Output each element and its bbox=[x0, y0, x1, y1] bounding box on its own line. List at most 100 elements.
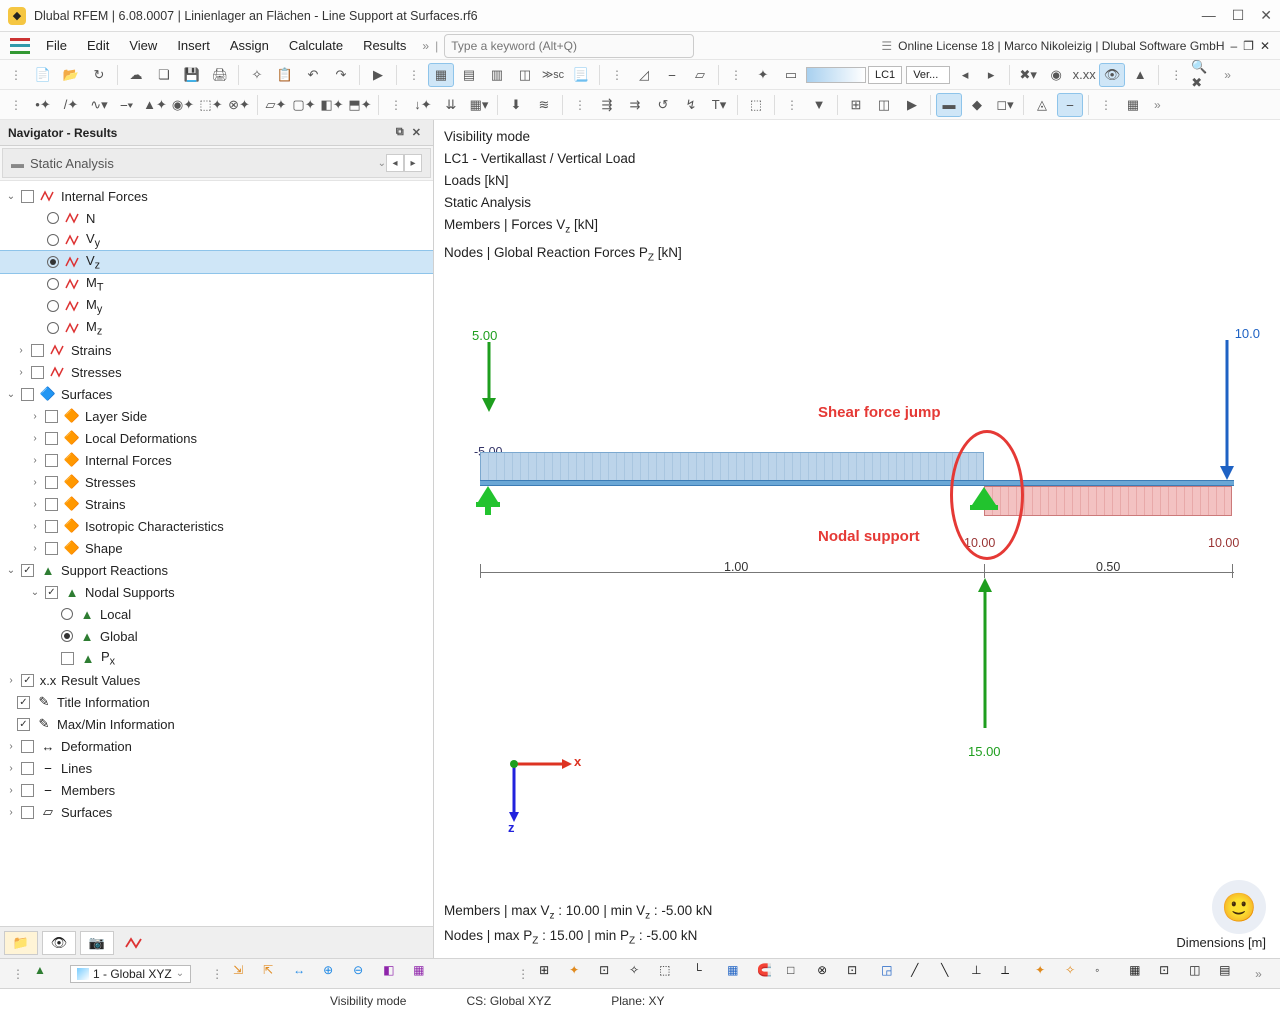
tree-title-info[interactable]: Title Information bbox=[55, 695, 150, 710]
measure-button[interactable]: ◿ bbox=[631, 63, 657, 87]
result-tree[interactable]: ⌄Internal Forces N Vy Vz MT My Mz ›Strai… bbox=[0, 180, 433, 926]
loadcase-name[interactable]: Ver... bbox=[906, 66, 950, 84]
combo-next-button[interactable]: ▸ bbox=[404, 154, 422, 172]
imposed-button[interactable]: ⬇ bbox=[503, 93, 529, 117]
support-view-button[interactable]: ▲ bbox=[1127, 63, 1153, 87]
tree-strains[interactable]: Strains bbox=[69, 343, 111, 358]
toolbar2-overflow-icon[interactable]: » bbox=[1148, 98, 1167, 112]
ft-btn6[interactable]: ◧ bbox=[383, 963, 409, 985]
member2-button[interactable]: ⎯▾ bbox=[114, 93, 140, 117]
ft-grid3[interactable]: ⊡ bbox=[599, 963, 625, 985]
panel-close-button[interactable]: ✕ bbox=[408, 126, 425, 139]
ft-snap2[interactable]: 🧲 bbox=[757, 963, 783, 985]
loadcase-prev-button[interactable]: ◂ bbox=[952, 63, 978, 87]
open-file-button[interactable]: 📂 bbox=[58, 63, 84, 87]
windows-button[interactable]: ❏ bbox=[151, 63, 177, 87]
tree-surf-strains[interactable]: Strains bbox=[83, 497, 125, 512]
text-button[interactable]: T▾ bbox=[706, 93, 732, 117]
save-button[interactable]: 💾 bbox=[179, 63, 205, 87]
find-button[interactable]: 🔍✖ bbox=[1190, 63, 1216, 87]
ft-view1[interactable]: ▦ bbox=[1129, 963, 1155, 985]
generate-loads-button[interactable]: ⇶ bbox=[594, 93, 620, 117]
redo-button[interactable]: ↷ bbox=[328, 63, 354, 87]
results-mode2-button[interactable]: ◆ bbox=[964, 93, 990, 117]
surface-button[interactable]: ▱ bbox=[687, 63, 713, 87]
tree-surfaces2[interactable]: Surfaces bbox=[59, 805, 112, 820]
ft-btn1[interactable]: ⇲ bbox=[233, 963, 259, 985]
panel-float-button[interactable]: ⧉ bbox=[392, 126, 408, 139]
node-button[interactable]: •✦ bbox=[30, 93, 56, 117]
tree-surf-layerside[interactable]: Layer Side bbox=[83, 409, 147, 424]
ft-btn3[interactable]: ↔ bbox=[293, 963, 319, 985]
ft-grid5[interactable]: ⬚ bbox=[659, 963, 685, 985]
ft-btn5[interactable]: ⊖ bbox=[353, 963, 379, 985]
nav-tab-views[interactable]: 📷 bbox=[80, 931, 114, 955]
ft-line1[interactable]: ╱ bbox=[911, 963, 937, 985]
wind-button[interactable]: ≋ bbox=[531, 93, 557, 117]
view-combo[interactable]: 1 - Global XYZ⌄ bbox=[70, 965, 191, 983]
tree-sr-px[interactable]: Px bbox=[99, 649, 115, 668]
ft-line3[interactable]: ⊥ bbox=[971, 963, 997, 985]
doc-restore-button[interactable]: ❐ bbox=[1243, 39, 1254, 53]
support-button[interactable]: ▲✦ bbox=[142, 93, 168, 117]
loadcase-button[interactable]: ▭ bbox=[778, 63, 804, 87]
tree-sr-local[interactable]: Local bbox=[98, 607, 131, 622]
tree-maxmin-info[interactable]: Max/Min Information bbox=[55, 717, 175, 732]
ft-snap4[interactable]: ⊗ bbox=[817, 963, 843, 985]
tree-sr-global[interactable]: Global bbox=[98, 629, 138, 644]
tree-surf-localdef[interactable]: Local Deformations bbox=[83, 431, 197, 446]
results-mode1-button[interactable]: ▬ bbox=[936, 93, 962, 117]
hinge-button[interactable]: ◉✦ bbox=[170, 93, 196, 117]
menu-overflow-icon[interactable]: » bbox=[416, 39, 435, 53]
view-data-button[interactable]: ▦ bbox=[428, 63, 454, 87]
spline-button[interactable]: ∿▾ bbox=[86, 93, 112, 117]
tree-lines[interactable]: Lines bbox=[59, 761, 92, 776]
minimize-button[interactable]: — bbox=[1202, 7, 1216, 24]
ft-grid2[interactable]: ✦ bbox=[569, 963, 595, 985]
set-button[interactable]: ⬒✦ bbox=[347, 93, 373, 117]
tree-stresses[interactable]: Stresses bbox=[69, 365, 122, 380]
ft-btn2[interactable]: ⇱ bbox=[263, 963, 289, 985]
select-rect-button[interactable]: ⬚ bbox=[743, 93, 769, 117]
delete-results-button[interactable]: ✖▾ bbox=[1015, 63, 1041, 87]
ft-star2[interactable]: ✧ bbox=[1065, 963, 1091, 985]
tree-surfaces[interactable]: Surfaces bbox=[59, 387, 112, 402]
toolbar-overflow-icon[interactable]: » bbox=[1218, 68, 1237, 82]
filter-button[interactable]: ◉ bbox=[1043, 63, 1069, 87]
menu-edit[interactable]: Edit bbox=[77, 34, 119, 57]
maximize-button[interactable]: ☐ bbox=[1232, 7, 1245, 24]
loadcase-next-button[interactable]: ▸ bbox=[978, 63, 1004, 87]
nodal-load-button[interactable]: ↓✦ bbox=[410, 93, 436, 117]
spring-button[interactable]: ⬚✦ bbox=[198, 93, 224, 117]
refresh-button[interactable]: ↻ bbox=[86, 63, 112, 87]
ft-btn4[interactable]: ⊕ bbox=[323, 963, 349, 985]
ft-btn7[interactable]: ▦ bbox=[413, 963, 439, 985]
view-shell-button[interactable]: ◫ bbox=[512, 63, 538, 87]
close-button[interactable]: ✕ bbox=[1260, 7, 1272, 24]
new-file-button[interactable]: 📄 bbox=[30, 63, 56, 87]
ft-osnap-button[interactable]: ◲ bbox=[881, 963, 907, 985]
line-load-button[interactable]: ⇊ bbox=[438, 93, 464, 117]
combo-prev-button[interactable]: ◂ bbox=[386, 154, 404, 172]
funnel-icon[interactable]: ▼ bbox=[806, 93, 832, 117]
solid-button[interactable]: ◧✦ bbox=[319, 93, 345, 117]
calc-button[interactable]: ▶ bbox=[365, 63, 391, 87]
view-results-button[interactable]: 👁 bbox=[1099, 63, 1125, 87]
tree-internal-forces[interactable]: Internal Forces bbox=[59, 189, 148, 204]
nav-tab-data[interactable]: 📁 bbox=[4, 931, 38, 955]
tree-surf-intforces[interactable]: Internal Forces bbox=[83, 453, 172, 468]
tree-result-values[interactable]: Result Values bbox=[59, 673, 140, 688]
cloud-button[interactable]: ☁ bbox=[123, 63, 149, 87]
toolbar-handle-icon[interactable]: ⋮ bbox=[4, 68, 28, 82]
ft-snap1[interactable]: ▦ bbox=[727, 963, 753, 985]
script-button[interactable]: ≫sc bbox=[540, 63, 566, 87]
generate-member-button[interactable]: ↯ bbox=[678, 93, 704, 117]
menu-assign[interactable]: Assign bbox=[220, 34, 279, 57]
menu-insert[interactable]: Insert bbox=[167, 34, 220, 57]
tree-nodal-supports[interactable]: Nodal Supports bbox=[83, 585, 175, 600]
generate-forces-button[interactable]: ⇉ bbox=[622, 93, 648, 117]
model-viewport[interactable]: Visibility mode LC1 - Vertikallast / Ver… bbox=[434, 120, 1280, 958]
doc-minimize-button[interactable]: – bbox=[1230, 39, 1237, 53]
ft-line4[interactable]: ⟂ bbox=[1001, 963, 1027, 985]
ft-star3[interactable]: ◦ bbox=[1095, 963, 1121, 985]
